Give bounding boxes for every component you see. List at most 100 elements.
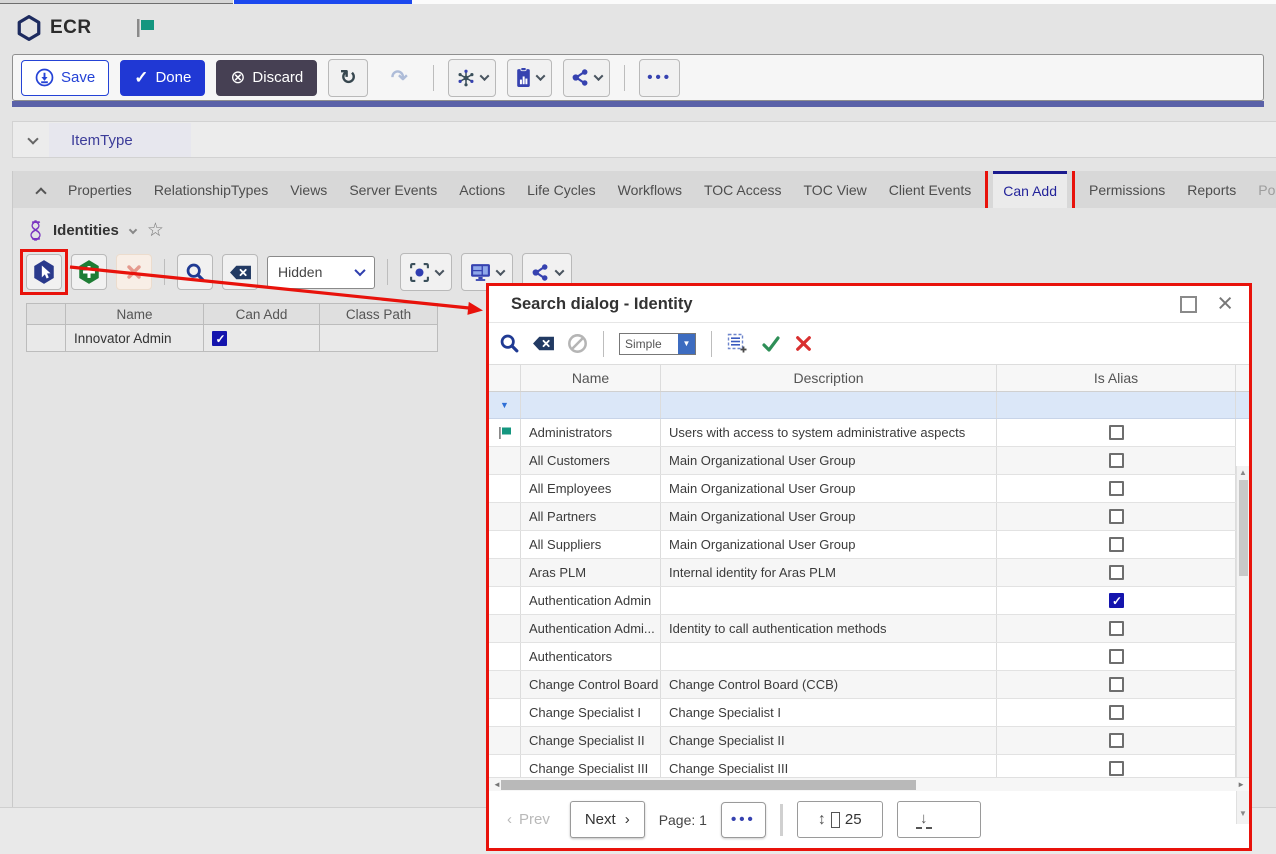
tab-properties[interactable]: Properties [68,171,132,208]
tab-can-add[interactable]: Can Add [993,171,1067,208]
identity-description-cell[interactable]: Change Specialist I [661,699,997,726]
row-handle[interactable] [489,699,521,726]
row-handle[interactable] [489,447,521,474]
row-handle[interactable] [489,587,521,614]
row-handle[interactable] [489,671,521,698]
is-alias-cell[interactable] [997,699,1236,726]
more-actions-button[interactable]: ••• [639,59,680,97]
table-row[interactable]: Authentication Admi...Identity to call a… [489,615,1236,643]
identity-description-cell[interactable]: Main Organizational User Group [661,531,997,558]
tab-reports[interactable]: Reports [1187,171,1236,208]
select-arrow-icon[interactable]: ▼ [678,334,695,354]
identity-name-cell[interactable]: Authenticators [521,643,661,670]
is-alias-checkbox[interactable] [1109,565,1124,580]
table-row[interactable]: Change Specialist IIIChange Specialist I… [489,755,1236,777]
tab-life-cycles[interactable]: Life Cycles [527,171,595,208]
chevron-down-icon[interactable] [129,226,137,234]
column-header-class-path[interactable]: Class Path [320,303,438,325]
refresh-button[interactable]: ↻ [328,59,368,97]
identity-name-cell[interactable]: Change Specialist III [521,755,661,777]
tab-client-events[interactable]: Client Events [889,171,971,208]
scroll-right-icon[interactable]: ► [1237,780,1245,789]
is-alias-cell[interactable] [997,559,1236,586]
is-alias-cell[interactable] [997,419,1236,446]
row-handle[interactable] [489,615,521,642]
cancel-dialog-icon[interactable] [794,334,813,353]
select-existing-items-button[interactable] [26,254,62,290]
horizontal-scrollbar[interactable]: ◄ ► [489,777,1249,791]
confirm-selection-icon[interactable] [760,334,782,354]
discard-button[interactable]: ⊗ Discard [216,60,317,96]
is-alias-checkbox[interactable] [1109,481,1124,496]
identity-name-cell[interactable]: Authentication Admin [521,587,661,614]
focus-dropdown-button[interactable] [400,253,452,291]
tab-relationshiptypes[interactable]: RelationshipTypes [154,171,268,208]
scrollbar-thumb[interactable] [1239,480,1248,576]
is-alias-checkbox[interactable] [1109,761,1124,776]
more-pages-button[interactable]: ••• [721,802,766,838]
dialog-filter-row[interactable]: ▼ [489,392,1249,419]
column-header-name[interactable]: Name [66,303,204,325]
is-alias-cell[interactable] [997,503,1236,530]
table-row[interactable]: Authenticators [489,643,1236,671]
table-row[interactable]: All PartnersMain Organizational User Gro… [489,503,1236,531]
table-row[interactable]: Change Specialist IIChange Specialist II [489,727,1236,755]
save-button[interactable]: Save [21,60,109,96]
export-button[interactable]: ↓ [897,801,981,838]
is-alias-checkbox[interactable] [1109,677,1124,692]
itemtype-accordion-bar[interactable]: ItemType [12,121,1276,158]
is-alias-checkbox[interactable] [1109,593,1124,608]
tab-server-events[interactable]: Server Events [349,171,437,208]
vertical-scrollbar[interactable]: ▲ ▼ [1236,466,1249,824]
filter-name-cell[interactable] [521,392,661,418]
table-row[interactable]: All CustomersMain Organizational User Gr… [489,447,1236,475]
row-handle[interactable] [489,475,521,502]
column-header-is-alias[interactable]: Is Alias [997,365,1236,391]
identity-name-cell[interactable]: Change Control Board [521,671,661,698]
table-row[interactable]: Innovator Admin [26,325,438,352]
structure-dropdown-button[interactable] [448,59,496,97]
row-handle[interactable] [489,559,521,586]
is-alias-checkbox[interactable] [1109,649,1124,664]
filter-is-alias-cell[interactable] [997,392,1236,418]
row-handle[interactable] [489,503,521,530]
identity-description-cell[interactable] [661,587,997,614]
row-handle[interactable] [489,643,521,670]
done-button[interactable]: ✓ Done [120,60,205,96]
clear-search-icon[interactable] [532,334,555,353]
is-alias-checkbox[interactable] [1109,705,1124,720]
tab-toc-view[interactable]: TOC View [804,171,867,208]
is-alias-checkbox[interactable] [1109,621,1124,636]
page-size-control[interactable]: ↕ 25 [797,801,883,838]
identity-description-cell[interactable]: Change Control Board (CCB) [661,671,997,698]
identity-name-cell[interactable]: Change Specialist II [521,727,661,754]
identity-description-cell[interactable]: Users with access to system administrati… [661,419,997,446]
identity-description-cell[interactable]: Change Specialist II [661,727,997,754]
tab-poly[interactable]: Poly [1258,171,1276,208]
reports-dropdown-button[interactable] [507,59,552,97]
row-handle[interactable] [489,755,521,777]
identity-name-cell[interactable]: Authentication Admi... [521,615,661,642]
column-header-description[interactable]: Description [661,365,997,391]
is-alias-cell[interactable] [997,671,1236,698]
row-handle[interactable] [26,325,66,352]
maximize-icon[interactable] [1180,296,1197,313]
is-alias-cell[interactable] [997,615,1236,642]
clear-search-button[interactable] [222,254,258,290]
identity-description-cell[interactable]: Internal identity for Aras PLM [661,559,997,586]
create-new-item-button[interactable] [71,254,107,290]
itemtype-breadcrumb[interactable]: ItemType [49,123,191,157]
identity-name-cell[interactable]: All Suppliers [521,531,661,558]
identity-description-cell[interactable] [661,643,997,670]
filter-handle-cell[interactable]: ▼ [489,392,521,418]
identity-description-cell[interactable]: Main Organizational User Group [661,475,997,502]
identity-name-cell[interactable]: Administrators [521,419,661,446]
identity-name-cell[interactable]: All Partners [521,503,661,530]
identity-name-cell[interactable]: All Customers [521,447,661,474]
table-row[interactable]: All EmployeesMain Organizational User Gr… [489,475,1236,503]
is-alias-checkbox[interactable] [1109,453,1124,468]
row-handle[interactable] [489,419,521,446]
is-alias-cell[interactable] [997,727,1236,754]
identity-name-cell[interactable]: Change Specialist I [521,699,661,726]
run-search-button[interactable] [177,254,213,290]
